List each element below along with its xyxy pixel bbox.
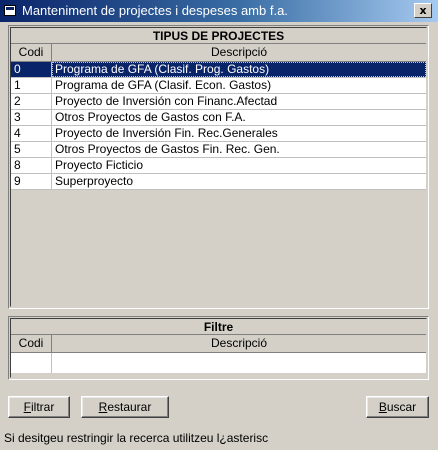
table-row[interactable]: 4 Proyecto de Inversión Fin. Rec.Generale…: [11, 126, 426, 142]
row-codi-cell[interactable]: 8: [11, 158, 52, 173]
filter-column-header-descripcio[interactable]: Descripció: [52, 335, 426, 352]
row-description-cell[interactable]: Proyecto de Inversión con Financ.Afectad: [52, 94, 426, 109]
close-icon: x: [419, 4, 427, 17]
row-description-cell[interactable]: Superproyecto: [52, 174, 426, 189]
title-bar: Manteniment de projectes i despeses amb …: [0, 0, 438, 22]
row-codi-cell[interactable]: 5: [11, 142, 52, 157]
table-row[interactable]: 1 Programa de GFA (Clasif. Econ. Gastos): [11, 78, 426, 94]
table-row[interactable]: 5 Otros Proyectos de Gastos Fin. Rec. Gen…: [11, 142, 426, 158]
row-description-cell[interactable]: Otros Proyectos de Gastos Fin. Rec. Gen.: [52, 142, 426, 157]
projects-grid-header: Codi Descripció: [11, 44, 426, 62]
filtrar-button[interactable]: Filtrar: [8, 396, 70, 418]
projects-grid: TIPUS DE PROJECTES Codi Descripció 0 Prog…: [8, 25, 429, 309]
status-bar-text: Si desitgeu restringir la recerca utilit…: [4, 431, 269, 445]
row-description-cell[interactable]: Otros Proyectos de Gastos con F.A.: [52, 110, 426, 125]
app-icon: [4, 5, 16, 16]
row-description-cell[interactable]: Programa de GFA (Clasif. Prog. Gastos): [52, 62, 426, 77]
projects-empty-area: [11, 190, 426, 306]
column-header-codi[interactable]: Codi: [11, 44, 52, 61]
filter-input-row: [11, 353, 426, 373]
row-description-cell[interactable]: Proyecto de Inversión Fin. Rec.Generales: [52, 126, 426, 141]
filter-column-header-codi[interactable]: Codi: [11, 335, 52, 352]
restaurar-button[interactable]: Restaurar: [81, 396, 169, 418]
column-header-descripcio[interactable]: Descripció: [52, 44, 426, 61]
row-description-cell[interactable]: Programa de GFA (Clasif. Econ. Gastos): [52, 78, 426, 93]
buscar-button[interactable]: Buscar: [366, 396, 429, 418]
filter-grid-header: Codi Descripció: [11, 335, 426, 353]
row-codi-cell[interactable]: 9: [11, 174, 52, 189]
projects-grid-title: TIPUS DE PROJECTES: [11, 28, 426, 44]
window-title: Manteniment de projectes i despeses amb …: [22, 3, 288, 18]
table-row[interactable]: 9 Superproyecto: [11, 174, 426, 190]
row-codi-cell[interactable]: 3: [11, 110, 52, 125]
filter-grid-title: Filtre: [11, 319, 426, 335]
table-row[interactable]: 0 Programa de GFA (Clasif. Prog. Gastos): [11, 62, 426, 78]
row-codi-cell[interactable]: 4: [11, 126, 52, 141]
projects-rows: 0 Programa de GFA (Clasif. Prog. Gastos) 1…: [11, 62, 426, 190]
row-codi-cell[interactable]: 2: [11, 94, 52, 109]
row-codi-cell[interactable]: 0: [11, 62, 52, 77]
filter-grid: Filtre Codi Descripció: [8, 316, 429, 380]
main-window: Manteniment de projectes i despeses amb …: [0, 0, 438, 450]
row-codi-cell[interactable]: 1: [11, 78, 52, 93]
close-button[interactable]: x: [414, 3, 432, 18]
filter-description-input[interactable]: [52, 353, 426, 373]
row-description-cell[interactable]: Proyecto Ficticio: [52, 158, 426, 173]
table-row[interactable]: 2 Proyecto de Inversión con Financ.Afecta…: [11, 94, 426, 110]
table-row[interactable]: 3 Otros Proyectos de Gastos con F.A.: [11, 110, 426, 126]
table-row[interactable]: 8 Proyecto Ficticio: [11, 158, 426, 174]
filter-codi-input[interactable]: [11, 353, 52, 373]
